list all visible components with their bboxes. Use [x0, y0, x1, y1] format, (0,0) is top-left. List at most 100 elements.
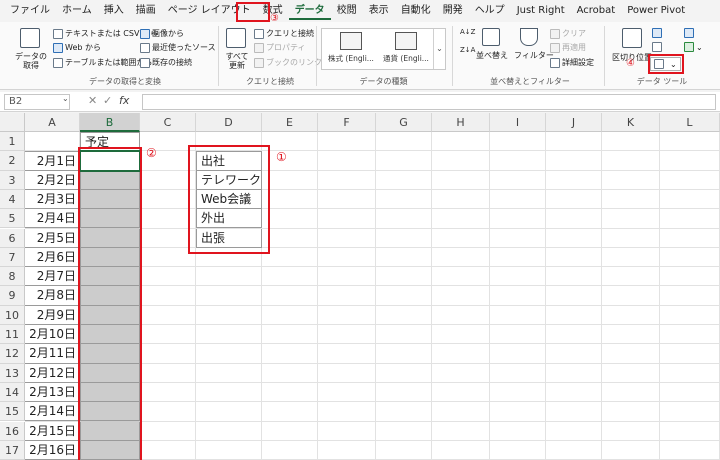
gallery-more-button[interactable]: ⌄	[433, 29, 445, 69]
tab-3[interactable]: 描画	[130, 2, 162, 20]
name-box-dropdown-icon[interactable]: ⌄	[62, 94, 69, 103]
row-header-12[interactable]: 12	[0, 344, 25, 364]
refresh-all-button[interactable]: すべて 更新	[222, 52, 252, 70]
remove-duplicates-icon	[652, 42, 662, 52]
data-types-gallery[interactable]: 株式 (Engli... 通貨 (Engli... ⌄	[321, 28, 446, 70]
reapply-button[interactable]: 再適用	[550, 42, 586, 53]
tab-1[interactable]: ホーム	[56, 2, 98, 20]
cell-date[interactable]: 2月13日	[25, 382, 80, 403]
row-header-15[interactable]: 15	[0, 402, 25, 422]
tab-13[interactable]: Acrobat	[571, 2, 622, 20]
cell-date[interactable]: 2月6日	[25, 247, 80, 268]
get-data-button[interactable]: データの 取得	[14, 52, 48, 70]
column-header-l[interactable]: L	[660, 113, 720, 132]
tab-8[interactable]: 表示	[363, 2, 395, 20]
column-header-a[interactable]: A	[25, 113, 80, 132]
row-header-8[interactable]: 8	[0, 267, 25, 287]
cell-date[interactable]: 2月15日	[25, 421, 80, 441]
cell-date[interactable]: 2月10日	[25, 325, 80, 345]
tab-6[interactable]: データ	[288, 2, 331, 20]
ribbon: データの 取得 テキストまたは CSV から Web から テーブルまたは範囲か…	[0, 22, 720, 90]
existing-connections-button[interactable]: 既存の接続	[140, 57, 192, 68]
tab-9[interactable]: 自動化	[395, 2, 437, 20]
formula-bar: B2 ⌄ ✕ ✓ fx	[0, 92, 720, 112]
column-header-i[interactable]: I	[490, 113, 546, 132]
tab-10[interactable]: 開発	[437, 2, 469, 20]
sort-descending-button[interactable]: Z↓A	[460, 46, 475, 54]
gridline-vertical	[431, 132, 432, 460]
sort-button[interactable]: 並べ替え	[476, 50, 508, 61]
column-header-j[interactable]: J	[546, 113, 602, 132]
formula-input[interactable]	[142, 94, 716, 110]
cell-date[interactable]: 2月3日	[25, 189, 80, 210]
row-header-16[interactable]: 16	[0, 421, 25, 441]
cell-date[interactable]: 2月2日	[25, 170, 80, 190]
tab-0[interactable]: ファイル	[4, 2, 56, 20]
cell-date[interactable]: 2月7日	[25, 267, 80, 287]
database-icon	[20, 28, 40, 48]
cell-date[interactable]: 2月5日	[25, 228, 80, 248]
row-header-3[interactable]: 3	[0, 170, 25, 190]
flash-fill-button[interactable]	[652, 28, 662, 38]
clear-button[interactable]: クリア	[550, 28, 586, 39]
row-header-7[interactable]: 7	[0, 247, 25, 268]
row-header-5[interactable]: 5	[0, 209, 25, 229]
column-header-k[interactable]: K	[602, 113, 660, 132]
cancel-icon[interactable]: ✕	[88, 94, 97, 107]
row-header-1[interactable]: 1	[0, 132, 25, 152]
column-header-b[interactable]: B	[80, 113, 140, 132]
column-header-f[interactable]: F	[318, 113, 376, 132]
cell-date[interactable]: 2月4日	[25, 209, 80, 229]
column-header-c[interactable]: C	[140, 113, 196, 132]
row-header-9[interactable]: 9	[0, 286, 25, 306]
row-header-13[interactable]: 13	[0, 363, 25, 383]
cell-date[interactable]: 2月12日	[25, 363, 80, 383]
queries-connections-button[interactable]: クエリと接続	[254, 28, 314, 39]
sort-icon	[482, 28, 500, 46]
remove-duplicates-button[interactable]	[652, 42, 662, 52]
cell-date[interactable]: 2月8日	[25, 286, 80, 306]
data-tab-highlight	[236, 2, 270, 22]
column-header-d[interactable]: D	[196, 113, 262, 132]
row-header-14[interactable]: 14	[0, 382, 25, 403]
edit-links-button[interactable]: ブックのリンク	[254, 57, 322, 68]
column-header-e[interactable]: E	[262, 113, 318, 132]
from-web-button[interactable]: Web から	[53, 42, 101, 53]
relationships-button[interactable]: ⌄	[684, 42, 703, 52]
select-all-corner[interactable]	[0, 113, 25, 132]
name-box[interactable]: B2	[4, 94, 70, 110]
tab-14[interactable]: Power Pivot	[621, 2, 691, 20]
row-header-17[interactable]: 17	[0, 440, 25, 460]
column-header-h[interactable]: H	[432, 113, 490, 132]
gridline-vertical	[659, 132, 660, 460]
group-separator	[316, 26, 317, 86]
row-header-2[interactable]: 2	[0, 151, 25, 171]
cell-date[interactable]: 2月1日	[25, 151, 80, 171]
recent-sources-button[interactable]: 最近使ったソース	[140, 42, 216, 53]
from-picture-button[interactable]: 画像から	[140, 28, 184, 39]
tab-2[interactable]: 挿入	[98, 2, 130, 20]
stocks-button[interactable]: 株式 (Engli...	[324, 32, 378, 64]
properties-button[interactable]: プロパティ	[254, 42, 306, 53]
insert-function-icon[interactable]: fx	[119, 94, 129, 107]
tab-7[interactable]: 校閲	[331, 2, 363, 20]
advanced-filter-button[interactable]: 詳細設定	[550, 57, 594, 68]
column-header-g[interactable]: G	[376, 113, 432, 132]
cell-date[interactable]: 2月14日	[25, 402, 80, 422]
consolidate-button[interactable]	[684, 28, 694, 38]
cell-date[interactable]: 2月16日	[25, 440, 80, 460]
cell-date[interactable]: 2月9日	[25, 305, 80, 325]
row-header-11[interactable]: 11	[0, 325, 25, 345]
tab-11[interactable]: ヘルプ	[469, 2, 511, 20]
filter-button[interactable]: フィルター	[514, 50, 554, 61]
tab-12[interactable]: Just Right	[511, 2, 571, 20]
row-header-6[interactable]: 6	[0, 228, 25, 248]
sort-ascending-button[interactable]: A↓Z	[460, 28, 475, 36]
row-header-4[interactable]: 4	[0, 189, 25, 210]
row-header-10[interactable]: 10	[0, 305, 25, 325]
enter-icon[interactable]: ✓	[103, 94, 112, 107]
cell-date[interactable]: 2月11日	[25, 344, 80, 364]
from-table-button[interactable]: テーブルまたは範囲から	[53, 57, 153, 68]
currencies-button[interactable]: 通貨 (Engli...	[379, 32, 433, 64]
worksheet-grid[interactable]: A B C D E F G H I J K L 1 2 3 4 5 6 7 8 9 10 11 12 13 14 15 16 17 予定 2…	[0, 113, 720, 460]
